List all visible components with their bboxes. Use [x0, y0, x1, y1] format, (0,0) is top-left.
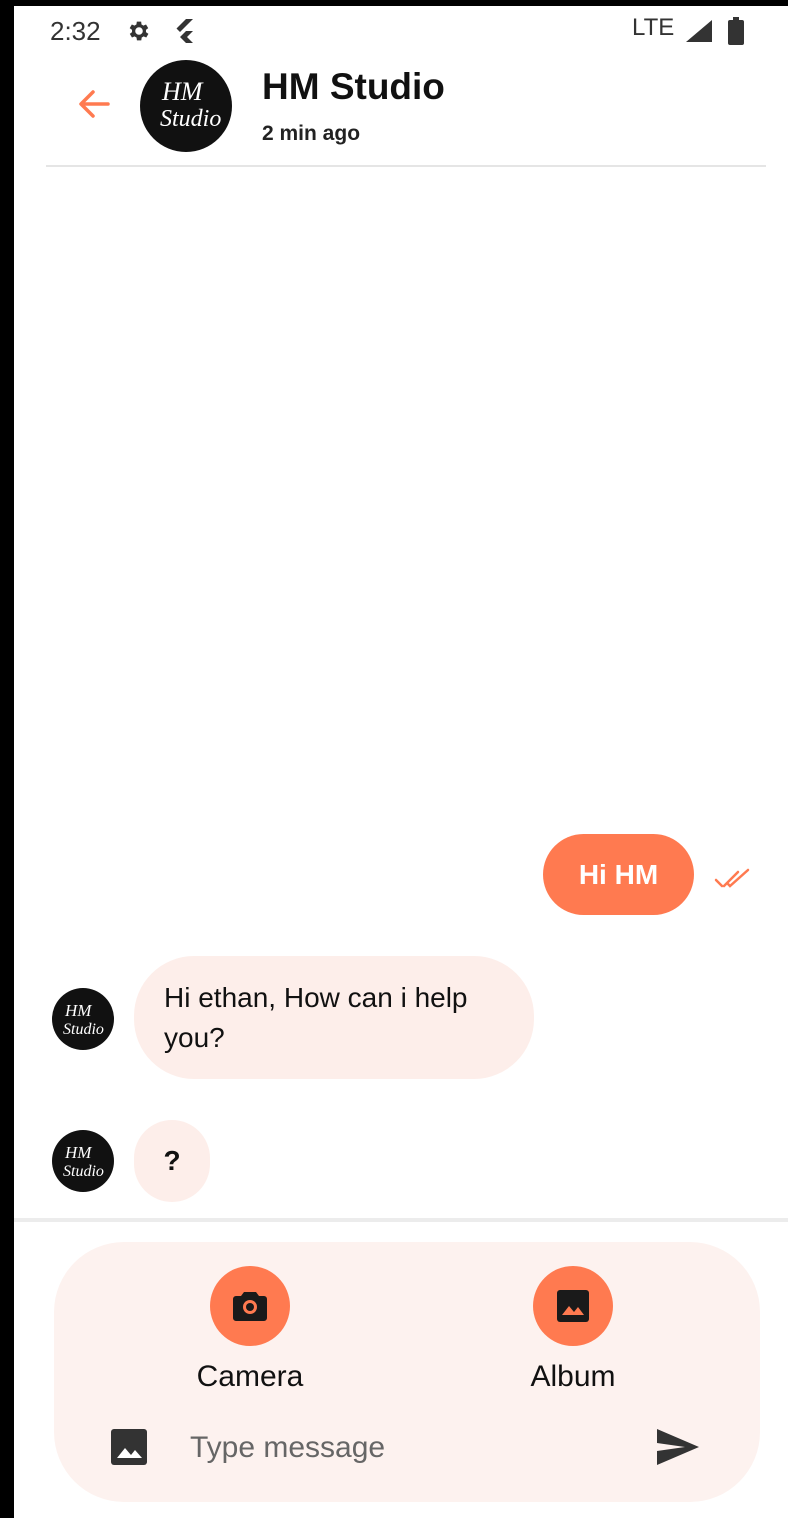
- last-seen-text: 2 min ago: [262, 122, 361, 145]
- received-message-bubble[interactable]: Hi ethan, How can i help you?: [134, 956, 534, 1079]
- double-check-icon: [714, 868, 754, 897]
- album-label: Album: [530, 1360, 616, 1393]
- status-time: 2:32: [50, 16, 101, 46]
- album-button[interactable]: [533, 1266, 613, 1346]
- back-arrow-icon[interactable]: [74, 84, 114, 124]
- svg-text:Studio: Studio: [160, 106, 221, 132]
- avatar-logo-text: HM: [161, 77, 204, 106]
- message-input[interactable]: [174, 1420, 646, 1476]
- flutter-icon: [172, 18, 196, 49]
- contact-avatar[interactable]: HM Studio: [140, 60, 232, 152]
- chat-title: HM Studio: [262, 66, 445, 107]
- svg-text:Studio: Studio: [63, 1021, 104, 1038]
- svg-text:Studio: Studio: [63, 1163, 104, 1180]
- status-bar: 2:32 LTE: [14, 6, 788, 52]
- sender-avatar[interactable]: HM Studio: [52, 1130, 114, 1192]
- battery-icon: [728, 17, 744, 50]
- message-composer: [54, 1412, 760, 1482]
- camera-label: Camera: [196, 1360, 304, 1393]
- gallery-icon[interactable]: [110, 1428, 148, 1471]
- network-type: LTE: [632, 14, 675, 41]
- send-icon[interactable]: [656, 1428, 700, 1471]
- camera-button[interactable]: [210, 1266, 290, 1346]
- received-message-bubble[interactable]: ?: [134, 1120, 210, 1202]
- chat-screen: 2:32 LTE HM Studio HM Studio 2 min ago H…: [14, 6, 788, 1518]
- header-divider: [46, 165, 766, 167]
- panel-divider: [14, 1218, 788, 1222]
- camera-option[interactable]: Camera: [175, 1266, 325, 1394]
- svg-text:HM: HM: [64, 1001, 92, 1020]
- album-option[interactable]: Album: [498, 1266, 648, 1394]
- app-bar: HM Studio HM Studio 2 min ago: [14, 52, 788, 166]
- image-icon: [557, 1290, 589, 1322]
- settings-gear-icon: [126, 18, 152, 49]
- camera-icon: [233, 1292, 267, 1321]
- signal-icon: [686, 20, 712, 47]
- sender-avatar[interactable]: HM Studio: [52, 988, 114, 1050]
- attachment-panel: Camera Album: [54, 1242, 760, 1502]
- svg-text:HM: HM: [64, 1143, 92, 1162]
- sent-message-bubble[interactable]: Hi HM: [543, 834, 694, 915]
